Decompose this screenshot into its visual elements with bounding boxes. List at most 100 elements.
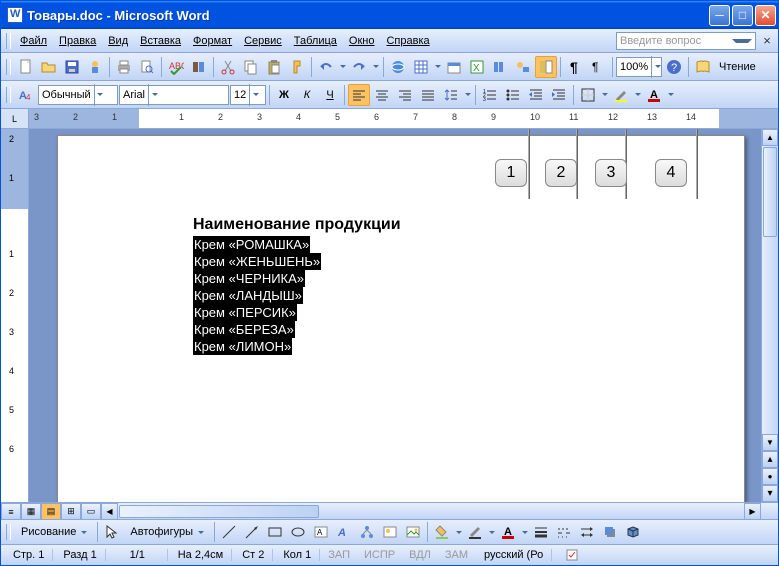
tables-button[interactable]	[410, 56, 432, 78]
research-button[interactable]	[188, 56, 210, 78]
maximize-button[interactable]: □	[732, 5, 753, 26]
italic-button[interactable]: К	[296, 84, 318, 106]
help-search[interactable]: Введите вопрос	[616, 32, 756, 50]
menu-format[interactable]: Формат	[187, 33, 238, 49]
preview-button[interactable]	[136, 56, 158, 78]
highlight-dropdown[interactable]	[633, 84, 642, 106]
reading-label[interactable]: Чтение	[715, 61, 760, 73]
selected-text-line[interactable]: Крем «ЛИМОН»	[193, 338, 292, 355]
clipart-button[interactable]	[379, 521, 401, 543]
bullets-button[interactable]	[502, 84, 524, 106]
font-size-combo[interactable]: 12	[230, 85, 266, 105]
prev-page-button[interactable]: ▴	[762, 451, 778, 468]
selected-text-line[interactable]: Крем «БЕРЕЗА»	[193, 321, 295, 338]
font-combo[interactable]: Arial	[119, 85, 229, 105]
dash-style-button[interactable]	[553, 521, 575, 543]
doc-heading[interactable]: Наименование продукции	[193, 216, 744, 234]
rectangle-button[interactable]	[264, 521, 286, 543]
tables-dropdown[interactable]	[433, 56, 442, 78]
undo-button[interactable]	[315, 56, 337, 78]
doc-map-button[interactable]	[535, 56, 557, 78]
grip-icon[interactable]	[6, 524, 11, 540]
line-button[interactable]	[218, 521, 240, 543]
status-ovr[interactable]: ЗАМ	[439, 549, 474, 561]
autoshapes-menu[interactable]: Автофигуры	[124, 519, 211, 545]
minimize-button[interactable]: ─	[709, 5, 730, 26]
increase-indent-button[interactable]	[548, 84, 570, 106]
redo-button[interactable]	[348, 56, 370, 78]
scroll-right-button[interactable]: ▶	[744, 503, 761, 519]
document-canvas[interactable]: Наименование продукции Крем «РОМАШКА»Кре…	[29, 129, 761, 502]
line-color-button[interactable]	[464, 521, 486, 543]
help-button[interactable]: ?	[663, 56, 685, 78]
arrow-style-button[interactable]	[576, 521, 598, 543]
selected-text-line[interactable]: Крем «ЛАНДЫШ»	[193, 287, 303, 304]
highlight-button[interactable]	[610, 84, 632, 106]
font-color-button[interactable]: A	[643, 84, 665, 106]
ruler-corner[interactable]: L	[1, 109, 29, 128]
wordart-button[interactable]: A	[333, 521, 355, 543]
selected-text-line[interactable]: Крем «ЧЕРНИКА»	[193, 270, 305, 287]
new-doc-button[interactable]	[15, 56, 37, 78]
justify-button[interactable]	[417, 84, 439, 106]
scroll-left-button[interactable]: ◀	[101, 503, 118, 519]
status-ext[interactable]: ВДЛ	[403, 549, 437, 561]
style-combo[interactable]: Обычный	[38, 85, 118, 105]
selected-text-line[interactable]: Крем «ПЕРСИК»	[193, 304, 297, 321]
decrease-indent-button[interactable]	[525, 84, 547, 106]
picture-button[interactable]	[402, 521, 424, 543]
menu-help[interactable]: Справка	[380, 33, 435, 49]
fill-color-button[interactable]	[431, 521, 453, 543]
arrow-button[interactable]	[241, 521, 263, 543]
spacing-dropdown[interactable]	[463, 84, 472, 106]
vertical-scrollbar[interactable]: ▲ ▼ ▴ ● ▾	[761, 129, 778, 502]
status-rec[interactable]: ЗАП	[322, 549, 356, 561]
underline-button[interactable]: Ч	[319, 84, 341, 106]
hscroll-thumb[interactable]	[119, 505, 319, 518]
shadow-button[interactable]	[599, 521, 621, 543]
doc-close-button[interactable]: ×	[758, 32, 776, 50]
align-right-button[interactable]	[394, 84, 416, 106]
selected-text-line[interactable]: Крем «ЖЕНЬШЕНЬ»	[193, 253, 321, 270]
spell-status-icon[interactable]	[562, 544, 584, 566]
menu-window[interactable]: Окно	[343, 33, 381, 49]
3d-button[interactable]	[622, 521, 644, 543]
selected-text-line[interactable]: Крем «РОМАШКА»	[193, 236, 310, 253]
drawing-menu[interactable]: Рисование	[15, 519, 94, 545]
reading-view-button[interactable]: ▭	[81, 503, 101, 519]
next-page-button[interactable]: ▾	[762, 485, 778, 502]
status-lang[interactable]: русский (Ро	[476, 549, 552, 561]
scroll-down-button[interactable]: ▼	[762, 434, 778, 451]
font-color-draw-dropdown[interactable]	[520, 521, 529, 543]
normal-view-button[interactable]: ≡	[1, 503, 21, 519]
reading-layout-button[interactable]	[692, 56, 714, 78]
numbering-button[interactable]: 123	[479, 84, 501, 106]
diagram-button[interactable]	[356, 521, 378, 543]
columns-button[interactable]	[489, 56, 511, 78]
show-marks-button[interactable]: ¶	[587, 56, 609, 78]
styles-button[interactable]: A4	[15, 84, 37, 106]
redo-dropdown[interactable]	[371, 56, 380, 78]
outline-view-button[interactable]: ⊞	[61, 503, 81, 519]
grip-icon[interactable]	[6, 33, 11, 49]
grip-icon[interactable]	[6, 87, 11, 103]
menu-edit[interactable]: Правка	[53, 33, 102, 49]
hyperlink-button[interactable]	[387, 56, 409, 78]
menu-tools[interactable]: Сервис	[238, 33, 288, 49]
copy-button[interactable]	[240, 56, 262, 78]
fill-dropdown[interactable]	[454, 521, 463, 543]
drawing-button[interactable]	[512, 56, 534, 78]
grip-icon[interactable]	[6, 59, 11, 75]
align-center-button[interactable]	[371, 84, 393, 106]
spellcheck-button[interactable]: ABC	[165, 56, 187, 78]
line-spacing-button[interactable]	[440, 84, 462, 106]
font-color-dropdown[interactable]	[666, 84, 675, 106]
menu-view[interactable]: Вид	[102, 33, 134, 49]
horizontal-ruler[interactable]: L 3211234567891011121314	[1, 109, 778, 129]
excel-button[interactable]: X	[466, 56, 488, 78]
borders-button[interactable]	[577, 84, 599, 106]
print-button[interactable]	[113, 56, 135, 78]
scroll-up-button[interactable]: ▲	[762, 129, 778, 146]
open-button[interactable]	[38, 56, 60, 78]
select-browse-button[interactable]: ●	[762, 468, 778, 485]
